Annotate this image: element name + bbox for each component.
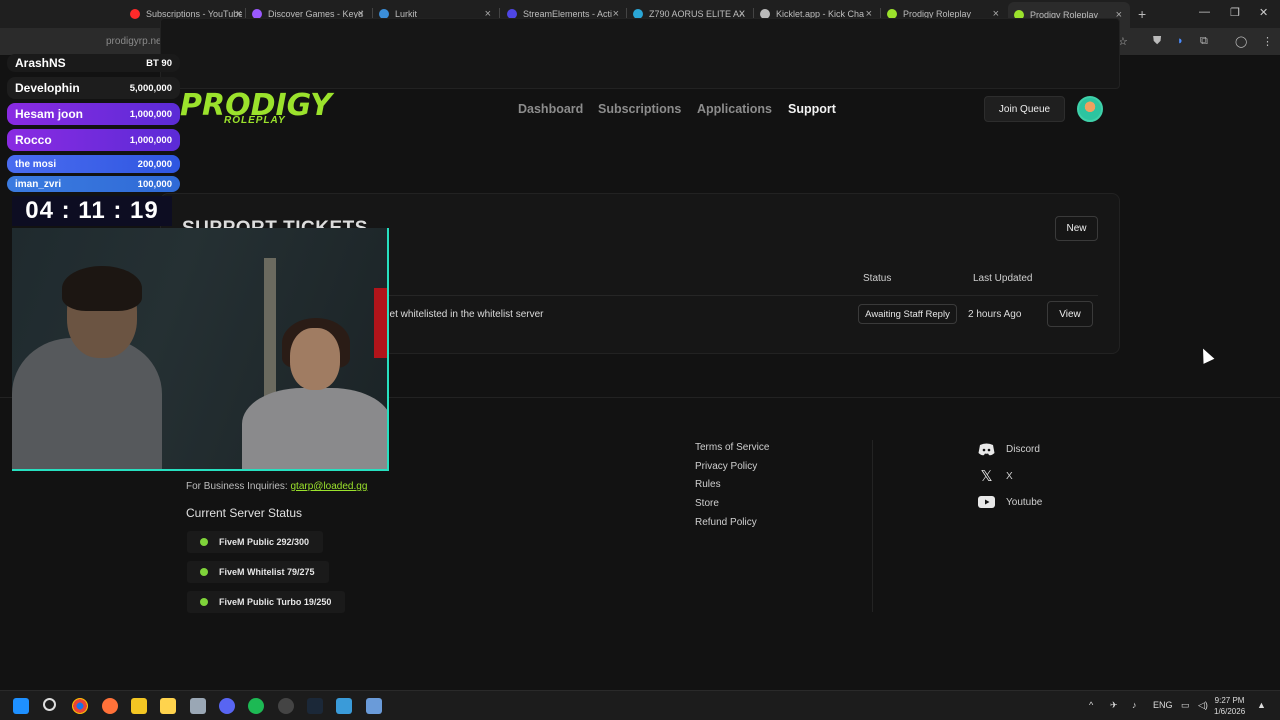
- discord-icon: [978, 442, 995, 456]
- ticket-updated: 2 hours Ago: [968, 309, 1022, 320]
- stream-timer: 04 : 11 : 19: [12, 196, 172, 226]
- server-status-item: FiveM Public Turbo 19/250: [187, 591, 346, 613]
- nav-applications[interactable]: Applications: [697, 102, 772, 116]
- youtube-favicon-icon: [130, 9, 140, 19]
- social-link-youtube[interactable]: Youtube: [978, 495, 1042, 509]
- url-host: prodigyrp.net/: [106, 36, 168, 47]
- x-icon: 𝕏: [980, 468, 993, 485]
- file-explorer-icon[interactable]: [131, 698, 147, 714]
- webcam-overlay: [12, 228, 389, 471]
- language-indicator[interactable]: ENG: [1153, 700, 1173, 710]
- avatar[interactable]: [1077, 96, 1103, 122]
- footer-link-terms[interactable]: Terms of Service: [695, 442, 769, 453]
- server-status-item: FiveM Public 292/300: [187, 531, 324, 553]
- new-ticket-button[interactable]: New: [1055, 216, 1098, 241]
- donor-row: Develophin 5,000,000: [7, 77, 180, 99]
- tray-overflow-icon[interactable]: ^: [1089, 700, 1093, 710]
- prodigy-logo[interactable]: PRODIGY ROLEPLAY: [180, 88, 332, 126]
- system-clock[interactable]: 9:27 PM 1/6/2026: [1214, 695, 1245, 717]
- server-status-item: FiveM Whitelist 79/275: [187, 561, 329, 583]
- restore-icon[interactable]: ❐: [1230, 6, 1240, 19]
- footer-column-divider: [872, 440, 873, 612]
- footer-link-privacy[interactable]: Privacy Policy: [695, 461, 757, 472]
- extension-icon[interactable]: ◗: [1177, 35, 1184, 47]
- calculator-icon[interactable]: [366, 698, 382, 714]
- column-header-status: Status: [863, 273, 892, 284]
- shield-extension-icon[interactable]: ⛊: [1153, 35, 1161, 48]
- donor-row: the mosi 200,000: [7, 155, 180, 173]
- server-status-title: Current Server Status: [186, 506, 303, 520]
- footer-link-store[interactable]: Store: [695, 498, 719, 509]
- footer-link-refund[interactable]: Refund Policy: [695, 517, 757, 528]
- obs-icon[interactable]: [278, 698, 294, 714]
- business-inquiries: For Business Inquiries: gtarp@loaded.gg: [186, 481, 368, 492]
- windows-taskbar: ^ ✈ ♪ ENG ▭ ◁) 9:27 PM 1/6/2026 ▲: [0, 690, 1280, 720]
- nav-subscriptions[interactable]: Subscriptions: [598, 102, 681, 116]
- puzzle-extensions-icon[interactable]: ⧉: [1200, 35, 1208, 48]
- spotify-icon[interactable]: [248, 698, 264, 714]
- view-ticket-button[interactable]: View: [1047, 301, 1093, 327]
- steam-icon[interactable]: [307, 698, 323, 714]
- microphone-icon[interactable]: ♪: [1132, 700, 1137, 710]
- minimize-icon[interactable]: —: [1199, 6, 1210, 18]
- online-dot-icon: [200, 538, 208, 546]
- nav-dashboard[interactable]: Dashboard: [518, 102, 583, 116]
- donor-row: ArashNS BT 90: [7, 54, 180, 72]
- join-queue-button[interactable]: Join Queue: [984, 96, 1065, 122]
- search-icon[interactable]: [43, 698, 56, 711]
- start-icon[interactable]: [13, 698, 29, 714]
- notepad-icon[interactable]: [336, 698, 352, 714]
- notifications-icon[interactable]: ▲: [1257, 700, 1266, 710]
- online-dot-icon: [200, 568, 208, 576]
- firefox-icon[interactable]: [102, 698, 118, 714]
- nav-support[interactable]: Support: [788, 102, 836, 116]
- social-link-x[interactable]: 𝕏 X: [978, 468, 1012, 485]
- donor-row: Hesam joon 1,000,000: [7, 103, 180, 125]
- sticky-notes-icon[interactable]: [160, 698, 176, 714]
- discord-taskbar-icon[interactable]: [219, 698, 235, 714]
- column-header-last-updated: Last Updated: [973, 273, 1033, 284]
- profile-icon[interactable]: ◯: [1235, 35, 1247, 48]
- status-badge: Awaiting Staff Reply: [858, 304, 957, 324]
- business-email-link[interactable]: gtarp@loaded.gg: [291, 481, 368, 492]
- menu-kebab-icon[interactable]: ⋮: [1262, 35, 1273, 48]
- donor-row: iman_zvri 100,000: [7, 176, 180, 192]
- new-tab-icon[interactable]: +: [1138, 6, 1146, 22]
- window-close-icon[interactable]: ✕: [1259, 6, 1268, 19]
- network-icon[interactable]: ▭: [1181, 700, 1190, 711]
- donor-row: Rocco 1,000,000: [7, 129, 180, 151]
- online-dot-icon: [200, 598, 208, 606]
- footer-link-rules[interactable]: Rules: [695, 479, 721, 490]
- chrome-icon[interactable]: [72, 698, 88, 714]
- youtube-icon: [978, 495, 995, 509]
- site-header: [160, 18, 1120, 89]
- social-link-discord[interactable]: Discord: [978, 442, 1040, 456]
- volume-icon[interactable]: ◁): [1198, 700, 1208, 711]
- tray-app-icon[interactable]: ✈: [1110, 700, 1118, 711]
- app-icon[interactable]: [190, 698, 206, 714]
- ticket-subject: get whitelisted in the whitelist server: [384, 309, 544, 320]
